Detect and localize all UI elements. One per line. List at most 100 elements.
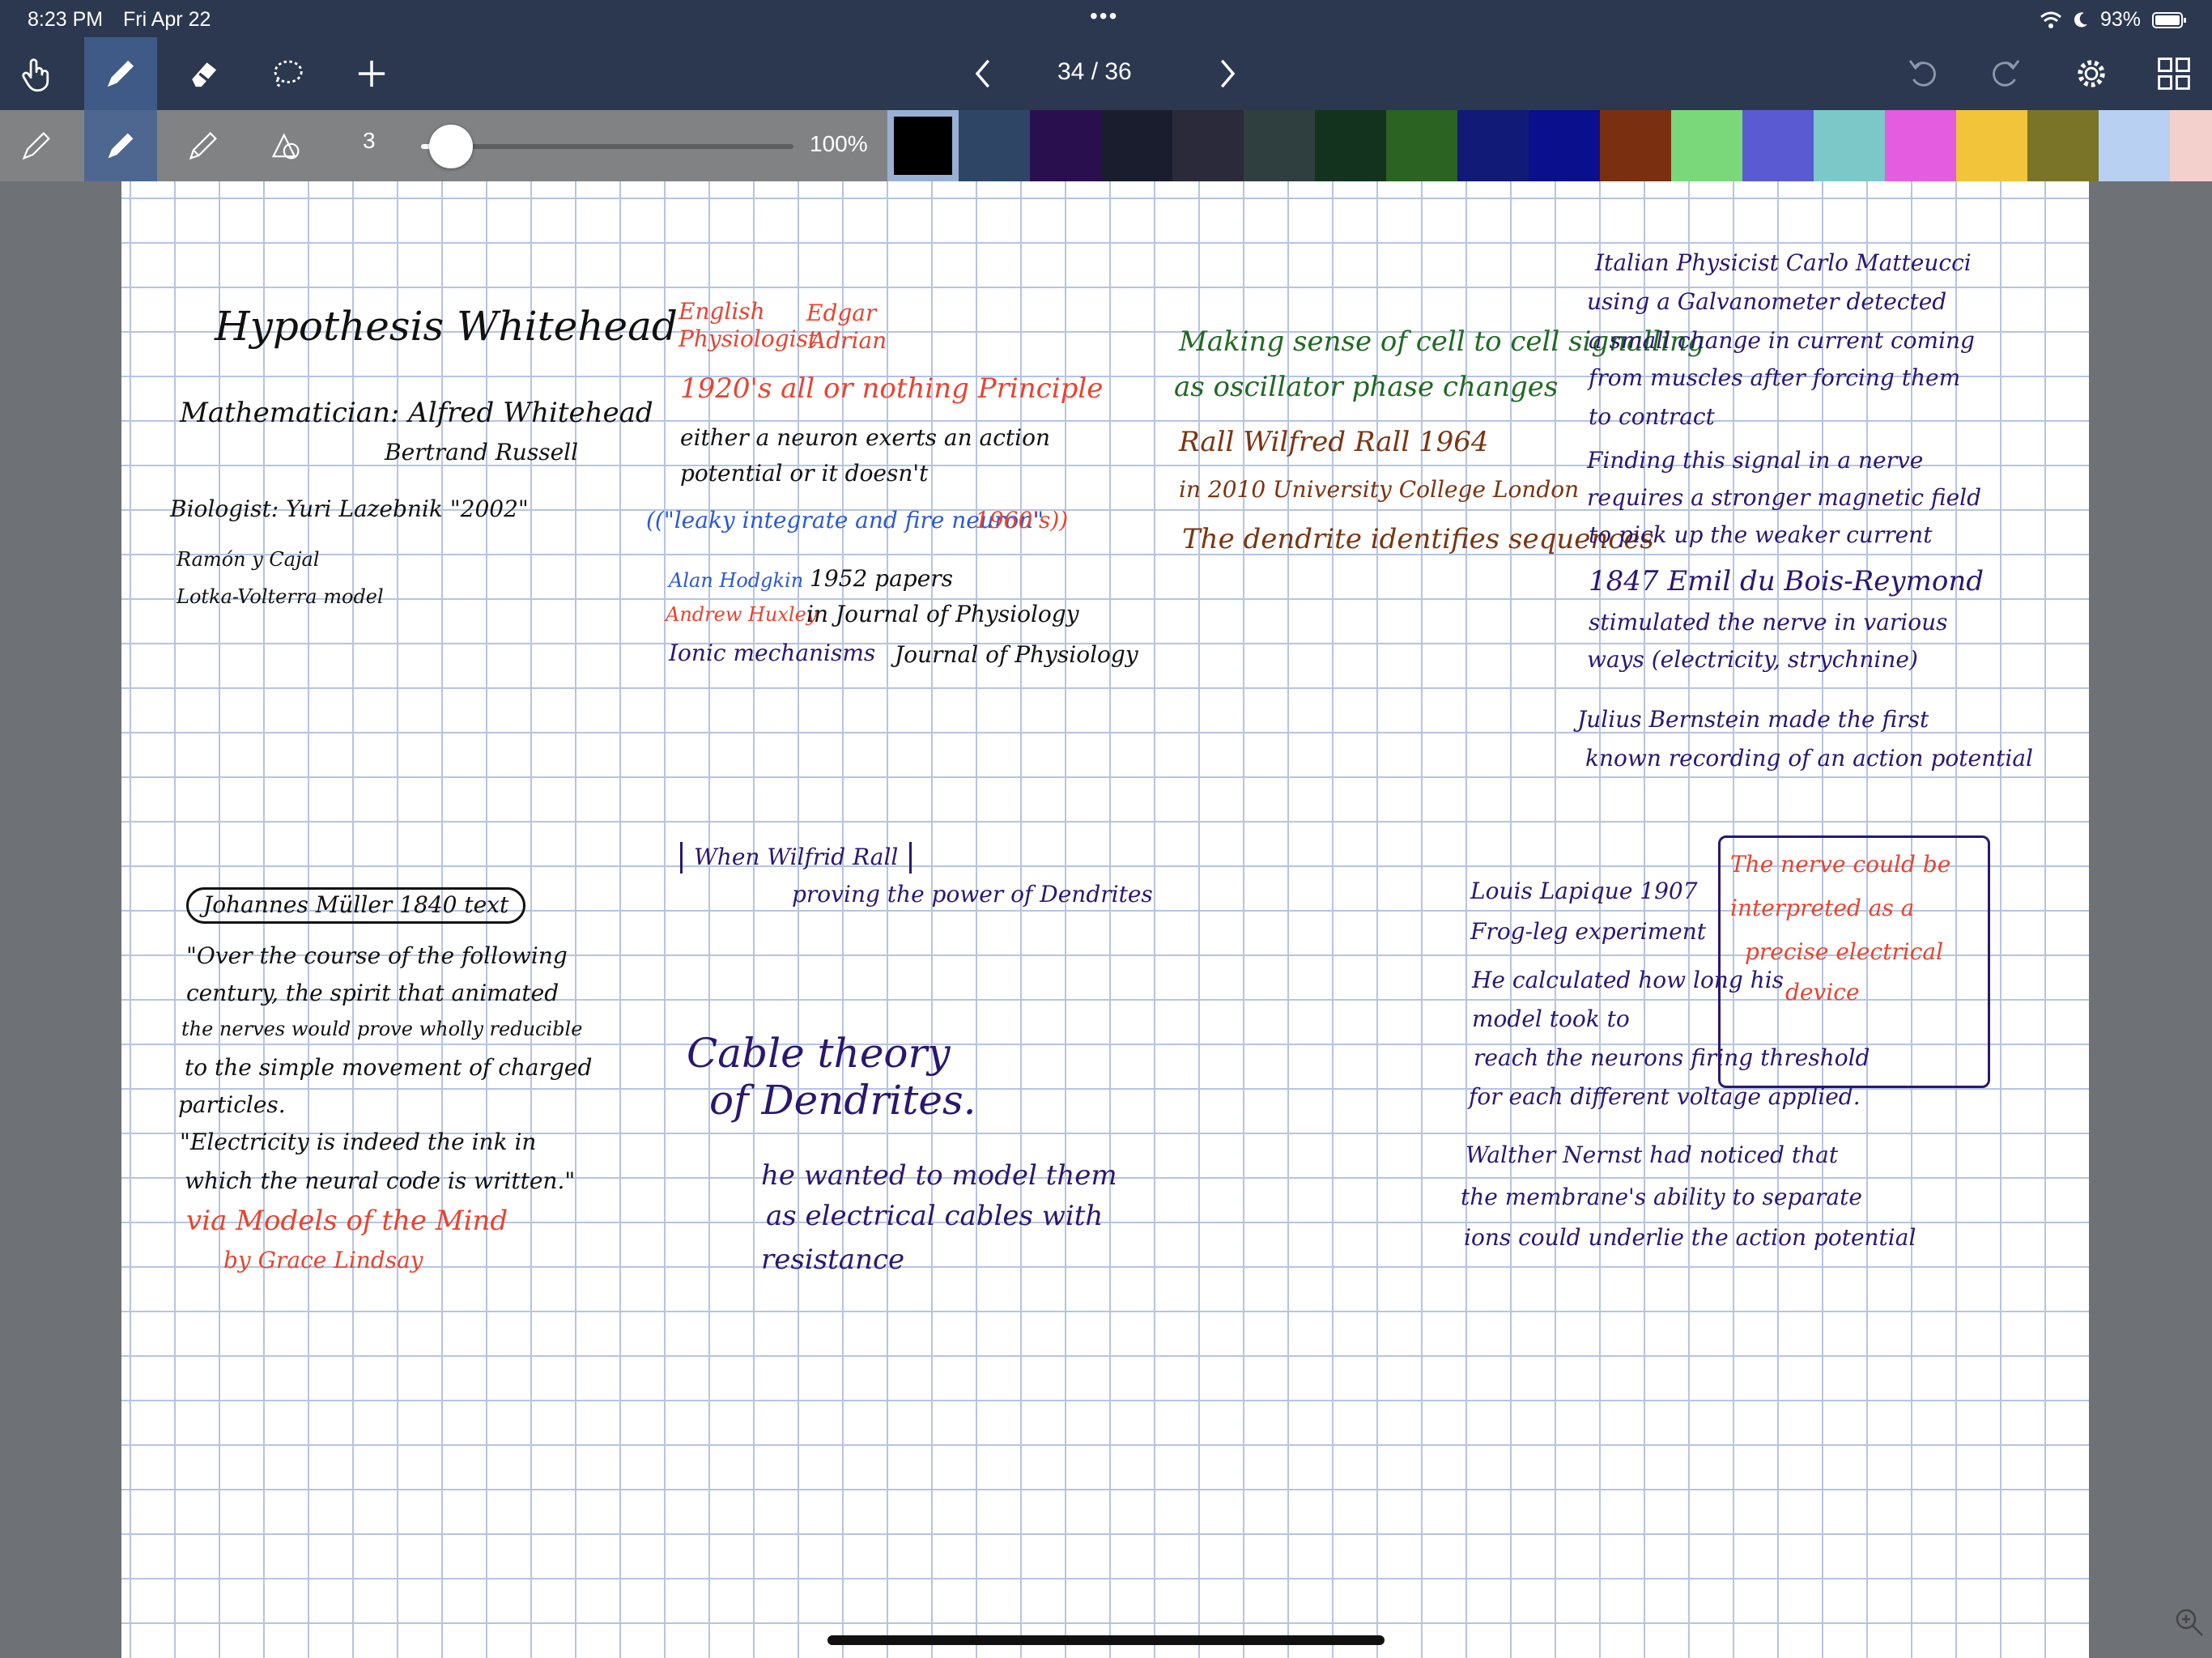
- color-swatch[interactable]: [2027, 110, 2099, 181]
- note-text: 1952 papers: [810, 565, 954, 592]
- color-swatch[interactable]: [1386, 110, 1457, 181]
- note-text: resistance: [761, 1244, 905, 1276]
- previous-page-button[interactable]: [947, 37, 1020, 110]
- note-text: using a Galvanometer detected: [1587, 288, 1947, 315]
- note-text: 1847 Emil du Bois-Reymond: [1589, 565, 1984, 597]
- add-button[interactable]: [335, 37, 408, 110]
- color-swatch[interactable]: [1457, 110, 1529, 181]
- chevron-right-icon: [1220, 59, 1236, 88]
- color-swatch[interactable]: [1885, 110, 1956, 181]
- note-text: as oscillator phase changes: [1174, 371, 1559, 403]
- color-swatch[interactable]: [1030, 110, 1101, 181]
- stroke-thickness-value: 3: [363, 128, 376, 153]
- color-swatch[interactable]: [1600, 110, 1671, 181]
- lasso-tool-button[interactable]: [251, 37, 324, 110]
- note-text: from muscles after forcing them: [1589, 364, 1961, 391]
- pen-icon: [107, 60, 134, 87]
- note-text: 1920's all or nothing Principle: [680, 372, 1104, 405]
- note-text: to the simple movement of charged: [185, 1054, 593, 1081]
- color-swatch[interactable]: [1671, 110, 1742, 181]
- redo-button[interactable]: [1969, 37, 2042, 110]
- wifi-icon: [2040, 11, 2061, 28]
- eraser-tool-button[interactable]: [167, 37, 240, 110]
- home-indicator[interactable]: [827, 1635, 1385, 1645]
- slider-knob[interactable]: [428, 125, 473, 168]
- color-swatch[interactable]: [1315, 110, 1386, 181]
- note-text: for each different voltage applied.: [1469, 1083, 1861, 1110]
- settings-button[interactable]: [2055, 37, 2128, 110]
- note-text: in Journal of Physiology: [806, 601, 1079, 627]
- undo-icon: [1908, 60, 1936, 87]
- stroke-thickness-slider[interactable]: [421, 125, 793, 168]
- note-text: a small change in current coming: [1589, 327, 1975, 354]
- note-text: Mathematician: Alfred Whitehead: [180, 397, 653, 429]
- color-swatch[interactable]: [2170, 110, 2212, 181]
- moon-icon: [2074, 11, 2087, 27]
- multitasking-dots[interactable]: •••: [1090, 3, 1118, 29]
- notebook-page[interactable]: Hypothesis Whitehead Mathematician: Alfr…: [121, 181, 2089, 1658]
- note-text: The nerve could be: [1730, 851, 1951, 878]
- page-counter[interactable]: 34 / 36: [1057, 58, 1132, 86]
- note-text: Cable theory: [687, 1030, 951, 1077]
- chevron-left-icon: [975, 59, 990, 88]
- note-text: ions could underlie the action potential: [1464, 1224, 1916, 1251]
- note-text: Finding this signal in a nerve: [1587, 447, 1924, 474]
- color-swatch[interactable]: [1956, 110, 2027, 181]
- opacity-value: 100%: [810, 131, 868, 156]
- note-text: Frog-leg experiment: [1470, 918, 1707, 945]
- color-swatch[interactable]: [1244, 110, 1315, 181]
- note-text: via Models of the Mind: [186, 1205, 508, 1237]
- plus-icon: [358, 60, 385, 87]
- color-swatch[interactable]: [959, 110, 1030, 181]
- note-text: the membrane's ability to separate: [1461, 1184, 1862, 1210]
- note-text: Italian Physicist Carlo Matteucci: [1595, 249, 1972, 276]
- color-swatch[interactable]: [1742, 110, 1814, 181]
- hand-tool-button[interactable]: [0, 37, 73, 110]
- color-swatch[interactable]: [2099, 110, 2170, 181]
- ball-pen-button[interactable]: [84, 110, 157, 181]
- note-text: Ramón y Cajal: [177, 548, 320, 571]
- color-swatch[interactable]: [887, 110, 959, 181]
- note-text: Hypothesis Whitehead: [215, 303, 678, 350]
- note-text: "Electricity is indeed the ink in: [180, 1129, 537, 1155]
- note-text: the nerves would prove wholly reducible: [181, 1018, 583, 1040]
- note-text: Ionic mechanisms: [669, 640, 876, 666]
- fountain-pen-button[interactable]: [0, 110, 73, 181]
- pen-tool-button[interactable]: [84, 37, 157, 110]
- battery-icon: [2152, 11, 2186, 28]
- note-text: precise electrical: [1745, 938, 1944, 965]
- undo-button[interactable]: [1887, 37, 1959, 110]
- color-swatch[interactable]: [1814, 110, 1885, 181]
- top-toolbar: 8:23 PM Fri Apr 22 ••• 93% 34 / 36: [0, 0, 2212, 110]
- note-text: requires a stronger magnetic field: [1587, 484, 1982, 511]
- note-text: by Grace Lindsay: [223, 1247, 423, 1273]
- lasso-icon: [274, 60, 303, 88]
- note-text: Louis Lapique 1907: [1470, 878, 1698, 904]
- page-overview-button[interactable]: [2138, 37, 2210, 110]
- color-palette: [887, 110, 2212, 181]
- note-text: he wanted to model them: [761, 1159, 1117, 1192]
- ball-pen-icon: [108, 133, 134, 159]
- circled-note: Johannes Müller 1840 text: [186, 887, 526, 924]
- note-text: Alan Hodgkin: [669, 569, 804, 592]
- next-page-button[interactable]: [1190, 37, 1263, 110]
- note-text: potential or it doesn't: [680, 460, 929, 487]
- note-text: Adrian: [810, 327, 887, 354]
- note-text: Rall Wilfred Rall 1964: [1179, 426, 1489, 458]
- note-text: which the neural code is written.": [185, 1167, 576, 1194]
- shape-pen-button[interactable]: [249, 110, 322, 181]
- color-swatch[interactable]: [1529, 110, 1600, 181]
- note-text: Biologist: Yuri Lazebnik "2002": [170, 495, 529, 522]
- status-date: Fri Apr 22: [123, 8, 211, 31]
- note-text: device: [1785, 979, 1860, 1005]
- color-swatch[interactable]: [1101, 110, 1172, 181]
- note-text: Lotka-Volterra model: [177, 585, 384, 608]
- note-text: model took to: [1472, 1005, 1630, 1032]
- zoom-icon[interactable]: [2173, 1606, 2206, 1639]
- pen-options-bar: 3 100%: [0, 110, 2212, 181]
- note-text: "Over the course of the following: [186, 942, 568, 969]
- color-swatch[interactable]: [1172, 110, 1244, 181]
- note-text: Andrew Huxley: [666, 603, 818, 626]
- note-text: Journal of Physiology: [895, 641, 1138, 668]
- brush-pen-button[interactable]: [167, 110, 240, 181]
